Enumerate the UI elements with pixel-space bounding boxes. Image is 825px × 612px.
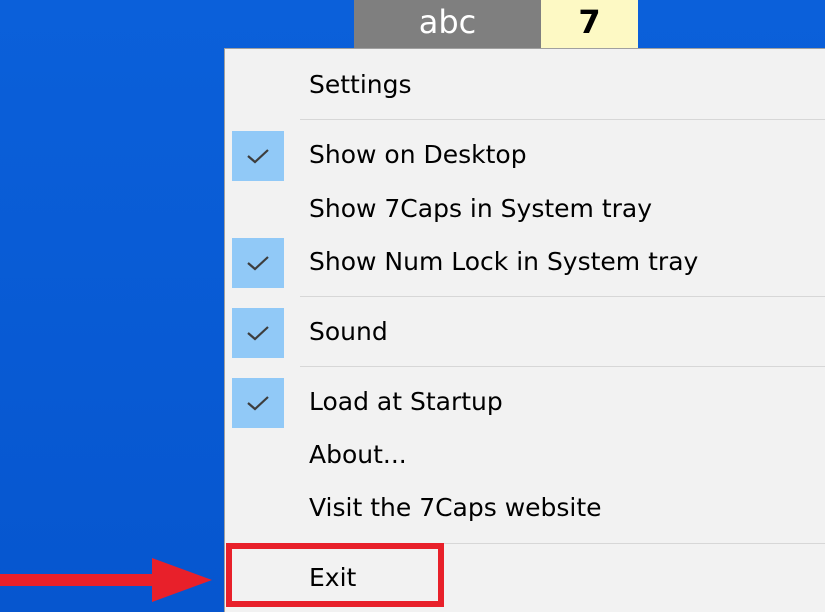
menu-item-label: Show Num Lock in System tray [309,247,699,276]
menu-item-show-on-desktop[interactable]: Show on Desktop [225,129,825,181]
menu-separator [300,119,825,120]
caps-lock-indicator: abc [354,0,541,48]
num-lock-indicator-text: 7 [578,3,601,41]
menu-item-sound[interactable]: Sound [225,306,825,358]
menu-item-about[interactable]: About... [225,429,825,481]
menu-item-label: Settings [309,70,412,99]
menu-item-label: Show on Desktop [309,140,527,169]
menu-separator [300,296,825,297]
menu-separator [300,543,825,544]
menu-item-show-7caps-in-tray[interactable]: Show 7Caps in System tray [225,183,825,235]
checkmark-icon [232,308,284,358]
menu-item-visit-website[interactable]: Visit the 7Caps website [225,482,825,534]
checkmark-icon [232,238,284,288]
menu-separator [300,366,825,367]
menu-item-label: About... [309,440,407,469]
num-lock-indicator: 7 [541,0,638,48]
caps-lock-indicator-text: abc [418,3,477,41]
checkmark-icon [232,378,284,428]
menu-item-label: Show 7Caps in System tray [309,194,653,223]
menu-item-settings[interactable]: Settings [225,59,825,111]
menu-item-label: Visit the 7Caps website [309,493,602,522]
checkmark-icon [232,131,284,181]
context-menu: Settings Show on Desktop Show 7Caps in S… [224,48,825,612]
menu-item-show-num-lock-in-tray[interactable]: Show Num Lock in System tray [225,236,825,288]
menu-item-label: Load at Startup [309,387,503,416]
red-arrow-right-icon [0,558,212,602]
menu-item-exit[interactable]: Exit [225,552,825,604]
menu-item-label: Sound [309,317,388,346]
menu-item-label: Exit [309,563,357,592]
menu-item-load-at-startup[interactable]: Load at Startup [225,376,825,428]
